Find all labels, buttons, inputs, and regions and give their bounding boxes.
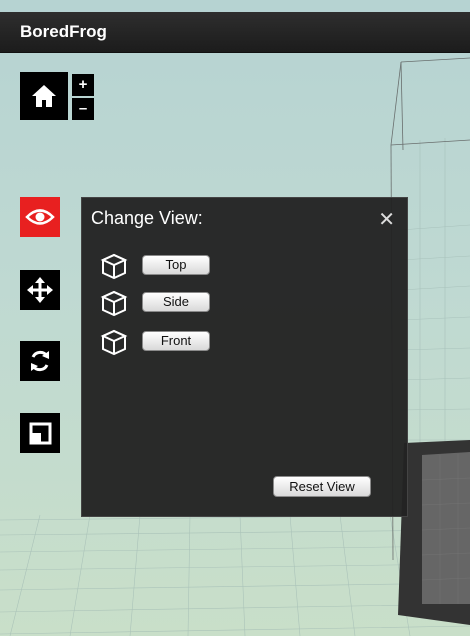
scale-icon [29, 422, 52, 445]
rotate-icon [31, 350, 49, 372]
panel-title: Change View: [91, 208, 203, 228]
eye-icon [25, 209, 55, 225]
home-icon [32, 85, 56, 107]
zoom-out-button[interactable]: – [72, 98, 94, 120]
move-arrows-icon [27, 277, 53, 303]
home-button[interactable] [20, 72, 68, 120]
zoom-in-button[interactable]: + [72, 74, 94, 96]
rotate-tool-button[interactable] [20, 341, 60, 381]
title-bar: BoredFrog [0, 12, 470, 53]
reset-view-button[interactable]: Reset View [273, 476, 371, 497]
app-title: BoredFrog [20, 22, 107, 41]
cube-icon [100, 290, 128, 317]
front-view-button[interactable]: Front [142, 331, 210, 351]
move-tool-button[interactable] [20, 270, 60, 310]
cube-icon [100, 253, 128, 280]
scale-tool-button[interactable] [20, 413, 60, 453]
side-view-button[interactable]: Side [142, 292, 210, 312]
close-icon[interactable]: ✕ [378, 207, 395, 232]
cube-icon [100, 329, 128, 356]
top-view-button[interactable]: Top [142, 255, 210, 275]
change-view-panel: Change View: ✕ Top Side Front Reset View [81, 197, 408, 517]
view-tool-button[interactable] [20, 197, 60, 237]
